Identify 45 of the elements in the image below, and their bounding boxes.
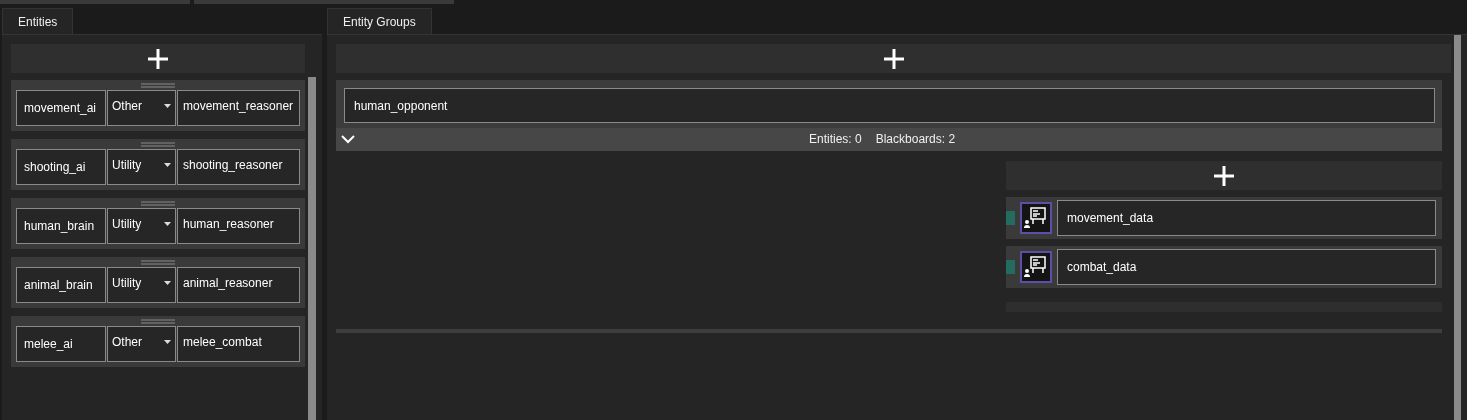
blackboard-icon — [1020, 202, 1052, 234]
blackboard-icon — [1020, 251, 1052, 283]
reasoner-field[interactable]: human_reasoner — [177, 208, 300, 244]
reasoner-field[interactable]: movement_reasoner — [177, 90, 300, 126]
reasoner-field[interactable]: shooting_reasoner — [177, 149, 300, 185]
name-field[interactable]: human_brain — [16, 208, 106, 244]
drag-handle-icon[interactable] — [141, 142, 175, 147]
type-dropdown[interactable]: Utility — [107, 267, 176, 303]
plus-icon — [147, 47, 169, 70]
blackboard-name-field[interactable]: combat_data — [1057, 249, 1436, 285]
caret-icon — [164, 163, 171, 167]
reasoner-field[interactable]: animal_reasoner — [177, 267, 300, 303]
blackboards-count: Blackboards: 2 — [875, 132, 956, 146]
type-dropdown[interactable]: Utility — [107, 149, 176, 185]
add-button[interactable] — [1006, 161, 1442, 190]
drag-handle-icon[interactable] — [141, 83, 175, 88]
plus-icon — [882, 47, 905, 70]
connector-port[interactable] — [1006, 211, 1015, 225]
caret-icon — [164, 340, 171, 344]
caret-icon — [164, 104, 171, 108]
panel-tab[interactable]: Entity Groups — [327, 8, 432, 34]
chevron-icon — [341, 135, 355, 144]
drag-handle-icon[interactable] — [141, 260, 175, 265]
scrollbar[interactable] — [308, 77, 316, 420]
type-dropdown[interactable]: Other — [107, 326, 176, 362]
type-dropdown[interactable]: Utility — [107, 208, 176, 244]
caret-icon — [164, 222, 171, 226]
name-field[interactable]: animal_brain — [16, 267, 106, 303]
drag-handle-icon[interactable] — [141, 201, 175, 206]
connector-port[interactable] — [1006, 260, 1015, 274]
add-button[interactable] — [11, 44, 305, 73]
type-dropdown[interactable]: Other — [107, 90, 176, 126]
name-field[interactable]: movement_ai — [16, 90, 106, 126]
caret-icon — [164, 281, 171, 285]
plus-icon — [1213, 164, 1235, 187]
blackboard-name-field[interactable]: movement_data — [1057, 200, 1436, 236]
entities-count: Entities: 0 — [809, 132, 862, 146]
name-field[interactable]: melee_ai — [16, 326, 106, 362]
add-button[interactable] — [336, 44, 1451, 73]
reasoner-field[interactable]: melee_combat — [177, 326, 300, 362]
scrollbar[interactable] — [1454, 35, 1461, 420]
name-field[interactable]: shooting_ai — [16, 149, 106, 185]
group-name-field[interactable]: human_opponent — [344, 88, 1435, 123]
drag-handle-icon[interactable] — [141, 319, 175, 324]
panel-tab[interactable]: Entities — [2, 8, 74, 34]
